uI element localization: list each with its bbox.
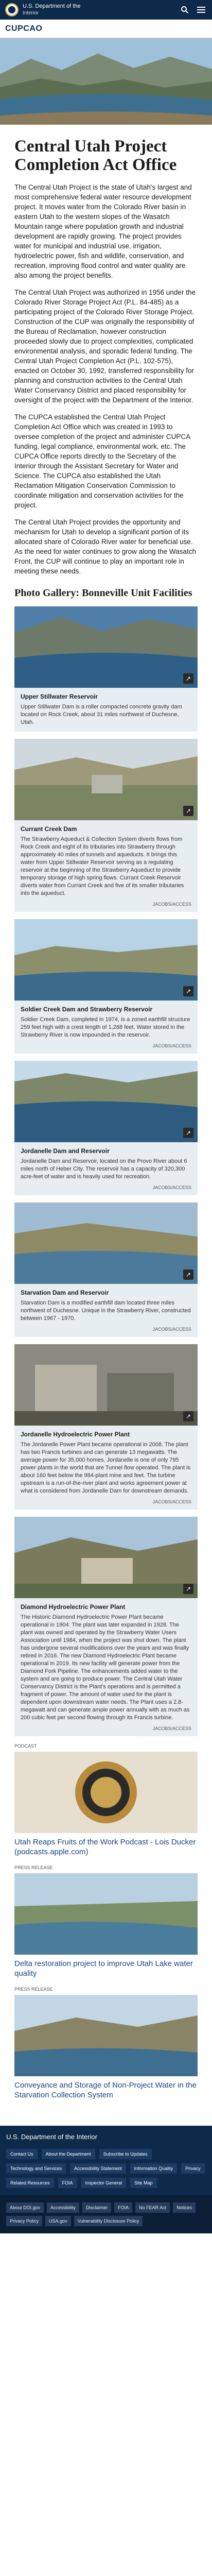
org-name-line1: U.S. Department of the: [23, 3, 81, 9]
gallery-photo[interactable]: ↗: [14, 1061, 198, 1142]
footer-bottom-link[interactable]: FOIA: [114, 2202, 133, 2213]
org-name[interactable]: U.S. Department of the Interior: [23, 3, 81, 16]
expand-icon[interactable]: ↗: [183, 1269, 193, 1280]
intro-paragraph-2: The Central Utah Project was authorized …: [14, 289, 196, 404]
gallery-item-desc: Upper Stillwater Dam is a roller compact…: [21, 704, 182, 725]
expand-icon[interactable]: ↗: [183, 986, 193, 996]
top-bar: U.S. Department of the Interior: [0, 0, 212, 20]
photo-credit: JACOBS/ACCESS: [152, 1327, 191, 1332]
gallery-item[interactable]: ↗ Soldier Creek Dam and Strawberry Reser…: [14, 919, 198, 1054]
gallery-item[interactable]: ↗ Jordanelle Hydroelectric Power Plant T…: [14, 1344, 198, 1510]
page-title: Central Utah Project Completion Act Offi…: [14, 137, 177, 174]
footer: U.S. Department of the Interior Contact …: [0, 2126, 212, 2195]
media-title-link[interactable]: Utah Reaps Fruits of the Work Podcast - …: [14, 1837, 198, 1857]
intro-paragraph-3: The CUPCA established the Central Utah P…: [14, 413, 190, 509]
hero-image: [0, 38, 212, 125]
expand-icon[interactable]: ↗: [183, 806, 193, 816]
gallery-photo[interactable]: ↗: [14, 1202, 198, 1284]
footer-link[interactable]: Contact Us: [6, 2149, 38, 2159]
expand-icon[interactable]: ↗: [183, 1128, 193, 1138]
gallery-item-title: Diamond Hydroelectric Power Plant: [21, 1603, 126, 1611]
gallery-item-title: Starvation Dam and Reservoir: [21, 1289, 109, 1296]
photo-credit: JACOBS/ACCESS: [152, 902, 191, 907]
media-label: PRESS RELEASE: [14, 1865, 53, 1870]
footer-brand[interactable]: U.S. Department of the Interior: [6, 2133, 206, 2141]
footer-link[interactable]: Subscribe to Updates: [99, 2149, 152, 2159]
footer-link[interactable]: Inspector General: [81, 2178, 127, 2188]
footer-link[interactable]: Accessibility Statement: [70, 2163, 126, 2174]
gallery-item-title: Upper Stillwater Reservoir: [21, 693, 98, 700]
expand-icon[interactable]: ↗: [183, 1584, 193, 1594]
gallery-item-title: Soldier Creek Dam and Strawberry Reservo…: [21, 1006, 153, 1013]
gallery-item-desc: The Strawberry Aqueduct & Collection Sys…: [21, 836, 184, 896]
media-title-link[interactable]: Delta restoration project to improve Uta…: [14, 1959, 198, 1978]
media-thumbnail[interactable]: [14, 1752, 198, 1833]
gallery-photo[interactable]: ↗: [14, 919, 198, 1001]
footer-bottom-link[interactable]: Notices: [173, 2202, 196, 2213]
gallery-item-desc: Soldier Creek Dam, completed in 1974, is…: [21, 1016, 190, 1038]
gallery-item-desc: The Jordanelle Power Plant became operat…: [21, 1442, 190, 1494]
menu-icon[interactable]: [196, 4, 207, 15]
footer-link[interactable]: FOIA: [58, 2178, 77, 2188]
footer-bottom: About DOI.gov Accessibility Disclaimer F…: [0, 2195, 212, 2233]
gallery-item[interactable]: ↗ Starvation Dam and Reservoir Starvatio…: [14, 1202, 198, 1337]
footer-link[interactable]: Privacy: [181, 2163, 205, 2174]
media-card[interactable]: PRESS RELEASE Conveyance and Storage of …: [14, 1987, 198, 2100]
intro-paragraph-4: The Central Utah Project provides the op…: [14, 518, 196, 575]
gallery-item-desc: Starvation Dam is a modified earthfill d…: [21, 1300, 191, 1321]
media-title-link[interactable]: Conveyance and Storage of Non-Project Wa…: [14, 2080, 198, 2100]
media-thumbnail[interactable]: [14, 1873, 198, 1955]
intro-paragraph-1: The Central Utah Project is the state of…: [14, 183, 192, 279]
gallery-photo[interactable]: ↗: [14, 739, 198, 820]
media-thumbnail[interactable]: [14, 1995, 198, 2076]
footer-bottom-link[interactable]: Disclaimer: [82, 2202, 112, 2213]
doi-seal-logo[interactable]: [5, 3, 19, 16]
office-brand[interactable]: CUPCAO: [5, 24, 42, 33]
photo-credit: JACOBS/ACCESS: [152, 1726, 191, 1731]
footer-bottom-link[interactable]: Privacy Policy: [6, 2216, 43, 2226]
gallery-item[interactable]: ↗ Diamond Hydroelectric Power Plant The …: [14, 1517, 198, 1736]
gallery-photo[interactable]: ↗: [14, 1517, 198, 1598]
office-bar: CUPCAO: [0, 20, 212, 38]
media-card[interactable]: PRESS RELEASE Delta restoration project …: [14, 1865, 198, 1978]
footer-link[interactable]: Information Quality: [130, 2163, 178, 2174]
footer-link[interactable]: Technology and Services: [6, 2163, 66, 2174]
gallery-item-desc: The Historic Diamond Hydroelectric Power…: [21, 1614, 190, 1721]
footer-link[interactable]: About the Department: [41, 2149, 95, 2159]
photo-credit: JACOBS/ACCESS: [152, 1499, 191, 1504]
media-label: PODCAST: [14, 1743, 37, 1749]
gallery-item-title: Currant Creek Dam: [21, 825, 77, 833]
gallery-photo[interactable]: ↗: [14, 1344, 198, 1426]
photo-credit: JACOBS/ACCESS: [152, 1185, 191, 1190]
search-icon[interactable]: [179, 4, 190, 15]
org-name-line2: Interior: [23, 10, 39, 16]
footer-bottom-link[interactable]: Vulnerability Disclosure Policy: [74, 2216, 143, 2226]
gallery-heading: Photo Gallery: Bonneville Unit Facilitie…: [14, 587, 192, 599]
footer-bottom-link[interactable]: Accessibility: [47, 2202, 80, 2213]
media-card[interactable]: PODCAST Utah Reaps Fruits of the Work Po…: [14, 1743, 198, 1857]
photo-credit: JACOBS/ACCESS: [152, 1043, 191, 1048]
gallery-item-title: Jordanelle Dam and Reservoir: [21, 1147, 110, 1155]
gallery-item-desc: Jordanelle Dam and Reservoir, located on…: [21, 1158, 187, 1180]
gallery-photo[interactable]: ↗: [14, 606, 198, 688]
expand-icon[interactable]: ↗: [183, 673, 193, 684]
footer-bottom-link[interactable]: USA.gov: [45, 2216, 71, 2226]
gallery-item[interactable]: ↗ Upper Stillwater Reservoir Upper Still…: [14, 606, 198, 732]
media-label: PRESS RELEASE: [14, 1987, 53, 1992]
gallery-item[interactable]: ↗ Jordanelle Dam and Reservoir Jordanell…: [14, 1061, 198, 1195]
footer-bottom-link[interactable]: About DOI.gov: [6, 2202, 44, 2213]
gallery-item[interactable]: ↗ Currant Creek Dam The Strawberry Aqued…: [14, 739, 198, 912]
expand-icon[interactable]: ↗: [183, 1411, 193, 1421]
gallery-item-title: Jordanelle Hydroelectric Power Plant: [21, 1431, 130, 1438]
footer-link[interactable]: Site Map: [130, 2178, 157, 2188]
footer-bottom-link[interactable]: No FEAR Act: [135, 2202, 170, 2213]
footer-link[interactable]: Related Resources: [6, 2178, 54, 2188]
